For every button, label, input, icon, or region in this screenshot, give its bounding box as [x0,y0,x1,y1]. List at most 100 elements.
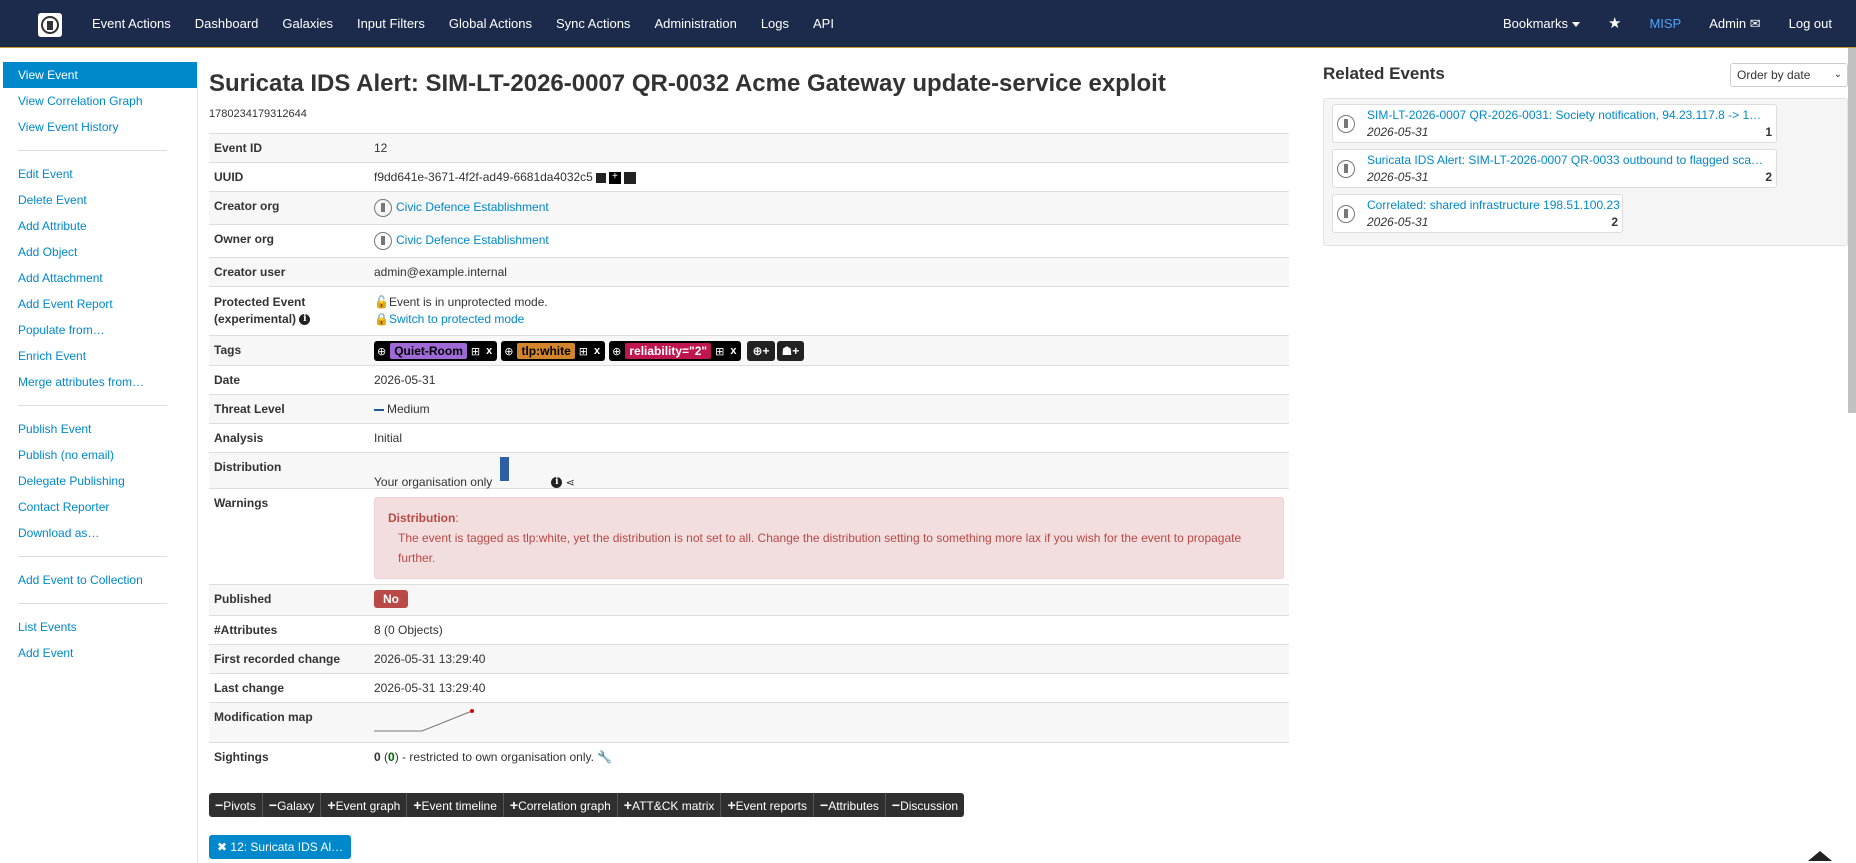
row-event-id: Event ID 12 [209,134,1289,163]
toggle-icon: + [727,797,736,813]
related-event-title[interactable]: Suricata IDS Alert: SIM-LT-2026-0007 QR-… [1367,153,1767,167]
misp-logo-icon[interactable] [38,13,62,37]
sidebar-item-enrich-event[interactable]: Enrich Event [3,343,197,369]
menu-icon[interactable] [623,171,636,184]
tab-label: Event timeline [421,799,497,813]
sidebar-item-view-event[interactable]: View Event [3,62,197,88]
switch-protected-link[interactable]: Switch to protected mode [389,312,524,326]
sidebar-item-contact-reporter[interactable]: Contact Reporter [3,494,197,520]
scrollbar-thumb[interactable] [1848,48,1856,413]
share-icon[interactable]: ⋖ [566,477,575,489]
relationship-icon[interactable]: ⊞ [715,345,724,358]
star-icon[interactable]: ★ [1594,0,1635,48]
creator-org-link[interactable]: Civic Defence Establishment [396,200,549,214]
admin-label: Admin [1709,16,1747,31]
related-event-item[interactable]: SIM-LT-2026-0007 QR-2026-0031: Society n… [1332,104,1777,143]
tab-correlation-graph[interactable]: +Correlation graph [504,793,618,817]
nav-administration[interactable]: Administration [642,0,748,48]
scroll-to-top-icon[interactable] [1808,851,1832,861]
bookmarks-dropdown[interactable]: Bookmarks [1489,0,1594,48]
globe-icon: ⊕ [612,345,622,358]
related-event-count: 1 [1765,125,1772,139]
label: Distribution [214,460,282,474]
sidebar-item-add-object[interactable]: Add Object [3,239,197,265]
sidebar-item-delegate-publishing[interactable]: Delegate Publishing [3,468,197,494]
close-icon[interactable]: ✖ [217,840,227,854]
tab-att-ck-matrix[interactable]: +ATT&CK matrix [618,793,722,817]
sidebar-item-delete-event[interactable]: Delete Event [3,187,197,213]
add-global-tag-button[interactable]: ⊕+ [747,341,775,361]
remove-tag-icon[interactable]: x [594,345,600,357]
sidebar-item-download-as[interactable]: Download as… [3,520,197,546]
wrench-icon[interactable]: 🔧 [597,750,612,764]
relationship-icon[interactable]: ⊞ [471,345,480,358]
row-published: Published No [209,585,1289,616]
tag-chip[interactable]: ⊕ Quiet-Room ⊞ x [374,341,498,361]
nav-dashboard[interactable]: Dashboard [183,0,271,48]
warning-alert: Distribution: The event is tagged as tlp… [374,497,1284,579]
nav-global-actions[interactable]: Global Actions [437,0,544,48]
related-event-title[interactable]: Correlated: shared infrastructure 198.51… [1367,198,1622,212]
uuid-value: f9dd641e-3671-4f2f-ad49-6681da4032c5 [374,170,593,184]
sidebar-item-edit-event[interactable]: Edit Event [3,161,197,187]
nav-sync-actions[interactable]: Sync Actions [544,0,642,48]
sidebar-item-add-event-report[interactable]: Add Event Report [3,291,197,317]
event-id-value: 12 [374,141,388,155]
row-owner-org: Owner org Civic Defence Establishment [209,225,1289,258]
sidebar-item-view-event-history[interactable]: View Event History [3,114,197,140]
distribution-graph-bar[interactable] [500,457,510,481]
row-date: Date 2026-05-31 [209,366,1289,395]
toggle-icon: − [215,797,224,813]
info-icon[interactable]: i [299,314,311,326]
tab-label: Correlation graph [518,799,611,813]
sidebar-item-publish-event[interactable]: Publish Event [3,416,197,442]
nav-event-actions[interactable]: Event Actions [80,0,183,48]
sidebar-item-add-event-to-collection[interactable]: Add Event to Collection [3,567,197,593]
tag-chip[interactable]: ⊕ reliability="2" ⊞ x [609,341,742,361]
info-icon[interactable]: i [551,477,563,489]
remove-tag-icon[interactable]: x [730,345,736,357]
sidebar: View Event View Correlation Graph View E… [3,62,198,863]
unlock-icon: 🔓 [374,295,389,309]
tab-pivots[interactable]: −Pivots [209,793,263,817]
nav-logs[interactable]: Logs [749,0,801,48]
sidebar-item-populate-from[interactable]: Populate from… [3,317,197,343]
tag-name[interactable]: Quiet-Room [390,343,467,359]
sidebar-item-merge-attributes[interactable]: Merge attributes from… [3,369,197,395]
sidebar-item-add-attachment[interactable]: Add Attachment [3,265,197,291]
sidebar-item-view-correlation-graph[interactable]: View Correlation Graph [3,88,197,114]
tab-label: ATT&CK matrix [631,799,715,813]
tab-discussion[interactable]: −Discussion [886,793,964,817]
tag-name[interactable]: tlp:white [517,343,575,359]
tab-event-reports[interactable]: +Event reports [721,793,814,817]
nav-admin[interactable]: Admin ✉ [1695,0,1774,48]
owner-org-link[interactable]: Civic Defence Establishment [396,233,549,247]
nav-api[interactable]: API [801,0,846,48]
sidebar-item-add-attribute[interactable]: Add Attribute [3,213,197,239]
related-event-item[interactable]: Suricata IDS Alert: SIM-LT-2026-0007 QR-… [1332,149,1777,188]
related-event-item[interactable]: Correlated: shared infrastructure 198.51… [1332,194,1623,233]
nav-galaxies[interactable]: Galaxies [270,0,345,48]
tab-attributes[interactable]: −Attributes [814,793,886,817]
tab-galaxy[interactable]: −Galaxy [263,793,322,817]
remove-tag-icon[interactable]: x [486,345,492,357]
sidebar-item-add-event[interactable]: Add Event [3,640,197,666]
tag-name[interactable]: reliability="2" [625,343,712,359]
related-event-title[interactable]: SIM-LT-2026-0007 QR-2026-0031: Society n… [1367,108,1767,122]
nav-input-filters[interactable]: Input Filters [345,0,437,48]
row-threat-level: Threat Level Medium [209,395,1289,424]
sidebar-item-list-events[interactable]: List Events [3,614,197,640]
event-chip[interactable]: ✖ 12: Suricata IDS Al… [209,835,352,859]
tab-event-graph[interactable]: +Event graph [321,793,408,817]
relationship-icon[interactable]: ⊞ [579,345,588,358]
nav-misp[interactable]: MISP [1635,0,1695,48]
related-events-panel: Related Events Order by date ⌄ SIM-LT-202… [1323,60,1848,246]
copy-icon[interactable] [595,172,606,183]
nav-logout[interactable]: Log out [1775,0,1846,48]
tab-event-timeline[interactable]: +Event timeline [407,793,504,817]
add-local-tag-button[interactable]: ☗+ [776,341,805,361]
sidebar-item-publish-no-email[interactable]: Publish (no email) [3,442,197,468]
add-icon[interactable]: + [608,171,621,184]
tag-chip[interactable]: ⊕ tlp:white ⊞ x [501,341,606,361]
order-by-select[interactable]: Order by date ⌄ [1730,63,1848,87]
